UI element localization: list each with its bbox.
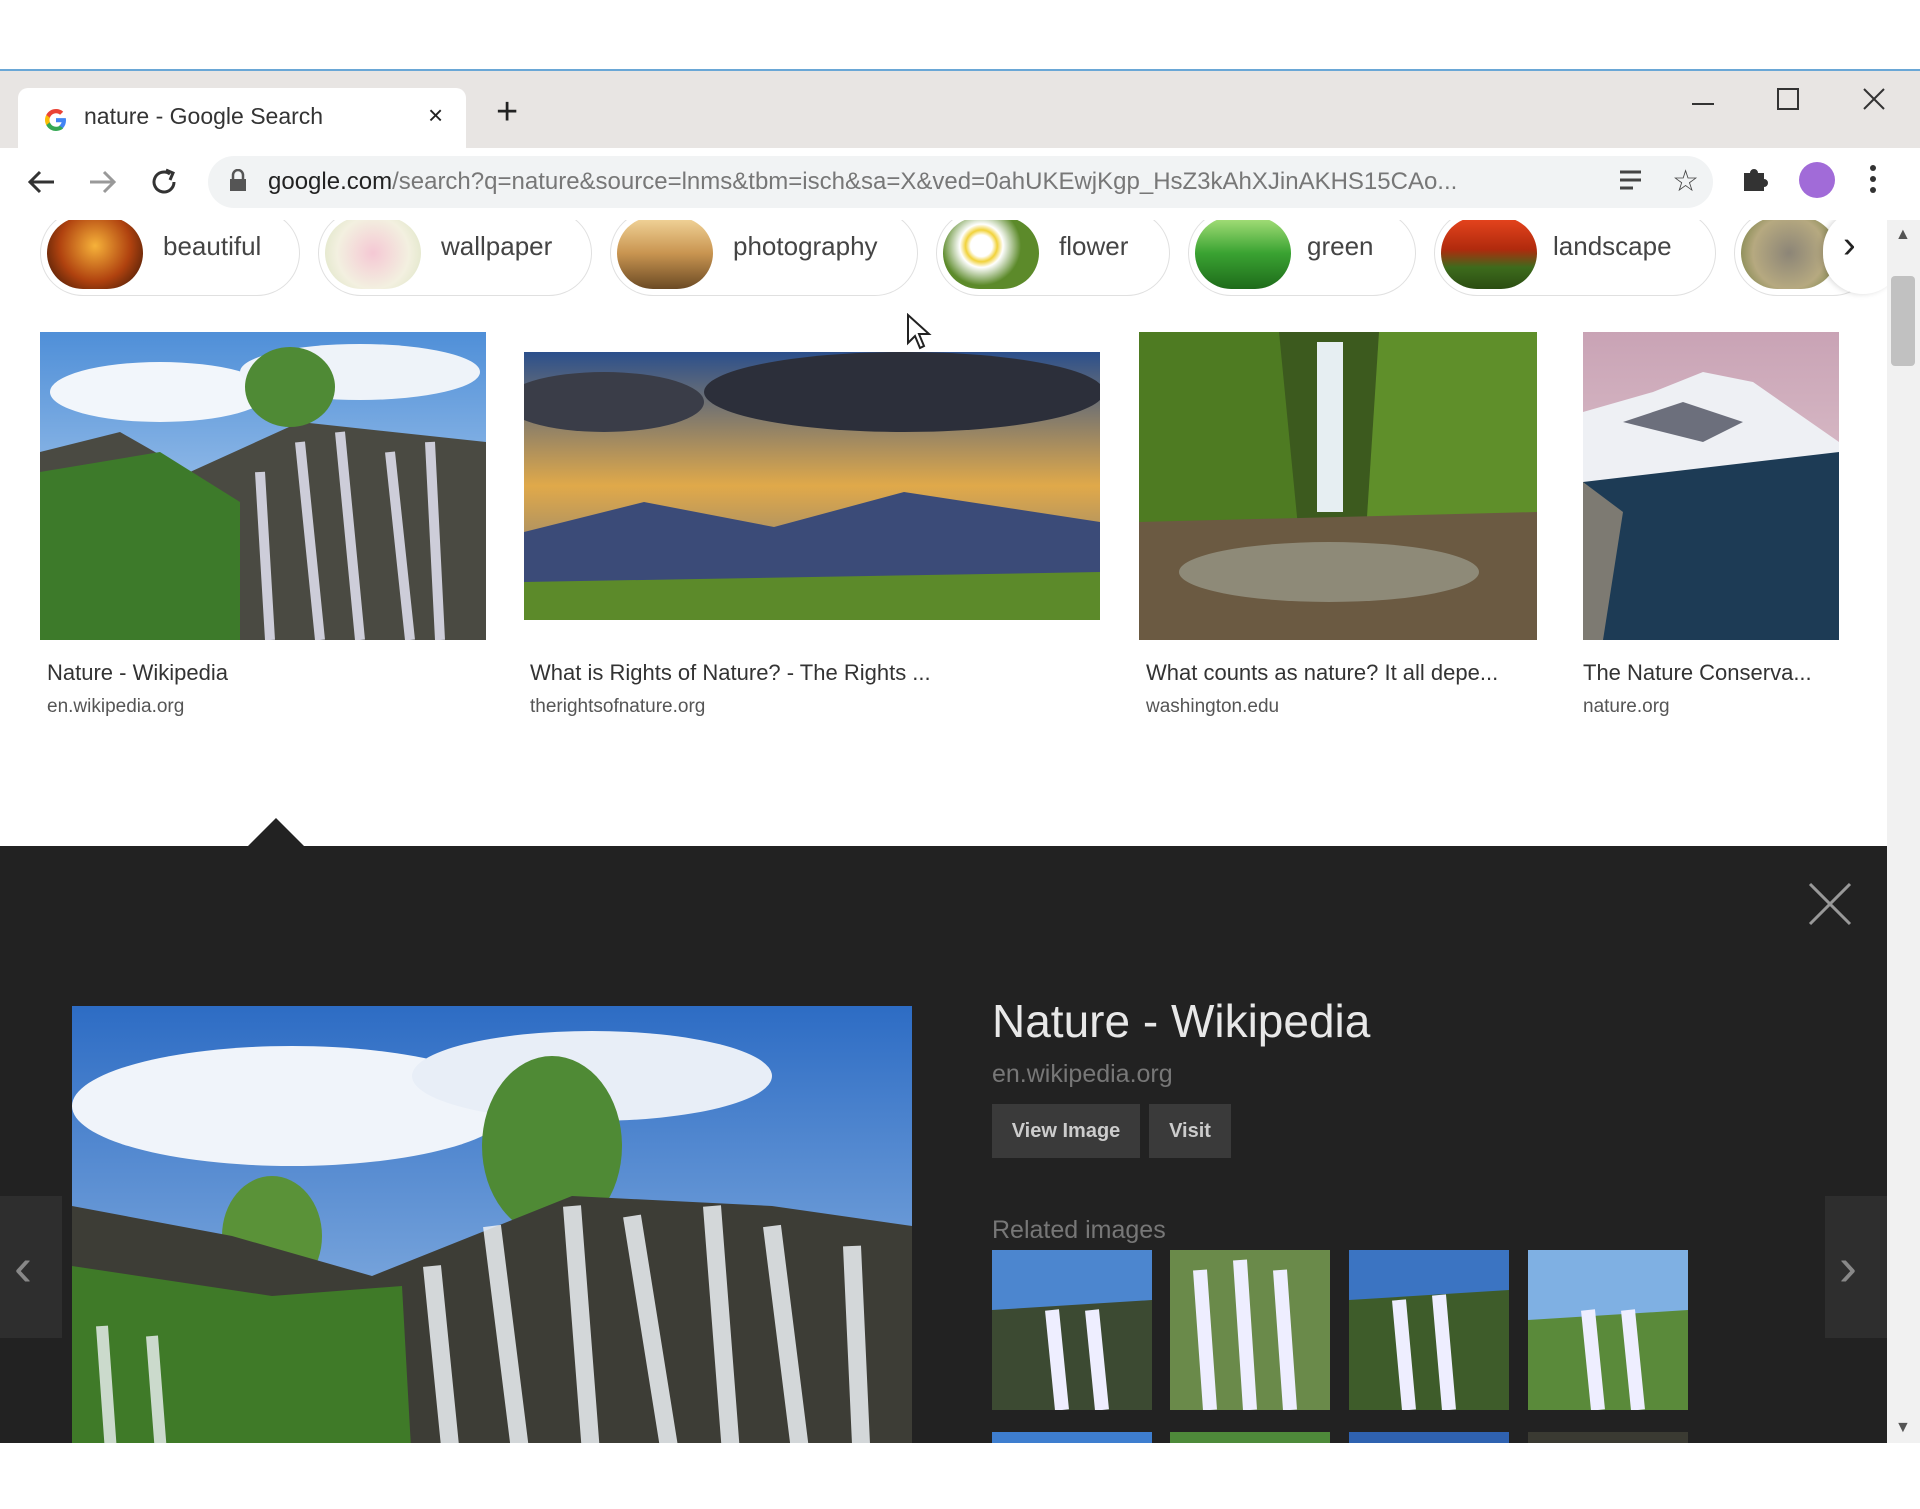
chip-thumbnail bbox=[1441, 220, 1537, 289]
back-icon[interactable] bbox=[26, 166, 58, 198]
profile-avatar[interactable] bbox=[1799, 162, 1835, 198]
related-image[interactable] bbox=[1528, 1250, 1688, 1410]
preview-image[interactable] bbox=[72, 1006, 912, 1443]
chip-label: beautiful bbox=[163, 231, 262, 261]
browser-window: nature - Google Search × + google.com/se… bbox=[0, 69, 1920, 1443]
tab-close-icon[interactable]: × bbox=[428, 100, 443, 131]
related-image[interactable] bbox=[1349, 1432, 1509, 1443]
result-title[interactable]: What is Rights of Nature? - The Rights .… bbox=[530, 660, 931, 686]
extensions-icon[interactable] bbox=[1740, 163, 1770, 193]
google-icon bbox=[45, 109, 66, 131]
menu-kebab-icon[interactable] bbox=[1868, 163, 1878, 195]
chevron-right-icon: › bbox=[1839, 1237, 1857, 1297]
result-source: en.wikipedia.org bbox=[47, 696, 185, 717]
preview-title[interactable]: Nature - Wikipedia bbox=[992, 994, 1370, 1048]
chip-thumbnail bbox=[325, 220, 421, 289]
close-preview-icon[interactable] bbox=[1808, 882, 1852, 926]
browser-toolbar: google.com/search?q=nature&source=lnms&t… bbox=[0, 148, 1920, 218]
visit-button[interactable]: Visit bbox=[1149, 1104, 1231, 1158]
chip-label: wallpaper bbox=[441, 231, 553, 261]
close-window-icon[interactable] bbox=[1862, 87, 1886, 111]
tab-title: nature - Google Search bbox=[84, 103, 324, 129]
chip-green[interactable]: green bbox=[1188, 220, 1416, 296]
reading-list-icon[interactable] bbox=[1617, 166, 1647, 196]
forward-icon[interactable] bbox=[86, 166, 118, 198]
mouse-cursor-icon bbox=[907, 313, 932, 350]
chip-label: green bbox=[1307, 231, 1374, 261]
result-image[interactable] bbox=[524, 332, 1100, 640]
new-tab-button[interactable]: + bbox=[496, 93, 518, 131]
url-path: /search?q=nature&source=lnms&tbm=isch&sa… bbox=[392, 168, 1458, 195]
chip-thumbnail bbox=[47, 220, 143, 289]
tab-strip: nature - Google Search × + bbox=[0, 71, 1920, 148]
scroll-up-icon[interactable]: ▲ bbox=[1895, 226, 1911, 244]
page-scrollbar[interactable]: ▲ ▼ bbox=[1887, 220, 1920, 1443]
chevron-left-icon: ‹ bbox=[14, 1237, 32, 1297]
url-domain: google.com bbox=[268, 168, 393, 195]
tab-google-search[interactable]: nature - Google Search × bbox=[18, 88, 466, 148]
related-image[interactable] bbox=[992, 1250, 1152, 1410]
related-images-label: Related images bbox=[992, 1216, 1166, 1244]
preview-next-button[interactable]: › bbox=[1825, 1196, 1887, 1338]
preview-caret bbox=[248, 818, 304, 846]
lock-icon bbox=[230, 169, 246, 191]
preview-prev-button[interactable]: ‹ bbox=[0, 1196, 62, 1338]
url-text: google.com/search?q=nature&source=lnms&t… bbox=[268, 168, 1457, 196]
reload-icon[interactable] bbox=[148, 166, 180, 198]
preview-source[interactable]: en.wikipedia.org bbox=[992, 1060, 1173, 1089]
chip-thumbnail bbox=[1195, 220, 1291, 289]
chip-photography[interactable]: photography bbox=[610, 220, 918, 296]
chip-label: flower bbox=[1059, 231, 1129, 261]
chevron-right-icon: › bbox=[1843, 224, 1856, 266]
chip-label: photography bbox=[733, 231, 878, 261]
chip-thumbnail bbox=[943, 220, 1039, 289]
chip-thumbnail bbox=[617, 220, 713, 289]
image-preview-panel: Nature - Wikipedia en.wikipedia.org View… bbox=[0, 846, 1887, 1443]
chip-beautiful[interactable]: beautiful bbox=[40, 220, 300, 296]
scroll-down-icon[interactable]: ▼ bbox=[1895, 1419, 1911, 1437]
related-image[interactable] bbox=[1170, 1432, 1330, 1443]
result-title[interactable]: What counts as nature? It all depe... bbox=[1146, 660, 1498, 686]
chip-landscape[interactable]: landscape bbox=[1434, 220, 1716, 296]
result-image[interactable] bbox=[40, 332, 486, 640]
result-image[interactable] bbox=[1139, 332, 1537, 640]
minimize-icon[interactable] bbox=[1690, 91, 1716, 117]
result-title[interactable]: The Nature Conserva... bbox=[1583, 660, 1812, 686]
result-source: therightsofnature.org bbox=[530, 696, 706, 717]
related-image[interactable] bbox=[1528, 1432, 1688, 1443]
related-image[interactable] bbox=[1349, 1250, 1509, 1410]
bookmark-star-icon[interactable]: ☆ bbox=[1672, 164, 1699, 199]
chip-label: landscape bbox=[1553, 231, 1672, 261]
address-bar[interactable]: google.com/search?q=nature&source=lnms&t… bbox=[208, 156, 1713, 208]
result-title[interactable]: Nature - Wikipedia bbox=[47, 660, 228, 686]
scroll-thumb[interactable] bbox=[1891, 276, 1915, 366]
maximize-icon[interactable] bbox=[1776, 87, 1800, 111]
page-content: beautiful wallpaper photography flower g… bbox=[0, 220, 1887, 1443]
result-image[interactable] bbox=[1583, 332, 1839, 640]
related-image[interactable] bbox=[992, 1432, 1152, 1443]
related-image[interactable] bbox=[1170, 1250, 1330, 1410]
view-image-button[interactable]: View Image bbox=[992, 1104, 1140, 1158]
result-source: nature.org bbox=[1583, 696, 1670, 717]
result-source: washington.edu bbox=[1146, 696, 1280, 717]
chip-wallpaper[interactable]: wallpaper bbox=[318, 220, 592, 296]
chip-flower[interactable]: flower bbox=[936, 220, 1170, 296]
